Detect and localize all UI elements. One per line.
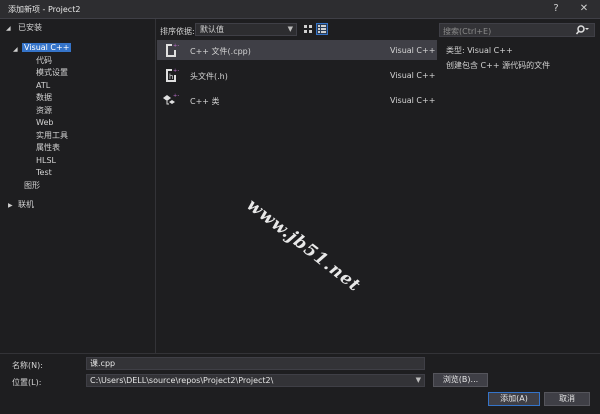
name-label: 名称(N):	[12, 361, 43, 370]
list-view-button[interactable]	[316, 23, 328, 35]
template-item-cpp-class[interactable]: ++ C++ 类 Visual C++	[157, 90, 437, 110]
tree-item-installed[interactable]: 已安装	[18, 22, 42, 34]
svg-text:++: ++	[173, 93, 179, 99]
location-value: C:\Users\DELL\source\repos\Project2\Proj…	[90, 376, 274, 385]
tree-item-label: Visual C++	[22, 43, 72, 52]
template-item-header-file[interactable]: h ++ 头文件(.h) Visual C++	[157, 65, 437, 85]
tree-item-utilities[interactable]: 实用工具	[36, 130, 68, 142]
svg-text:++: ++	[173, 68, 179, 74]
svg-text:++: ++	[173, 43, 179, 49]
search-placeholder: 搜索(Ctrl+E)	[443, 27, 492, 36]
sort-label: 排序依据:	[160, 27, 195, 36]
search-icon	[575, 25, 589, 35]
cpp-file-icon: ++	[166, 43, 179, 57]
location-field[interactable]: C:\Users\DELL\source\repos\Project2\Proj…	[86, 374, 425, 387]
template-name: C++ 文件(.cpp)	[190, 47, 251, 56]
template-type: 类型: Visual C++	[446, 46, 513, 55]
collapse-arrow-icon[interactable]: ◢	[6, 25, 11, 32]
template-category: Visual C++	[390, 96, 436, 105]
template-category: Visual C++	[390, 71, 436, 80]
tree-item-hlsl[interactable]: HLSL	[36, 155, 56, 167]
template-description: 创建包含 C++ 源代码的文件	[446, 61, 551, 70]
category-tree: ◢ 已安装 ◢ Visual C++ 代码 模式设置 ATL 数据 资源 Web…	[0, 19, 156, 353]
cancel-button[interactable]: 取消	[544, 392, 590, 406]
tree-item-atl[interactable]: ATL	[36, 80, 50, 92]
template-name: 头文件(.h)	[190, 72, 228, 81]
close-button[interactable]: ✕	[576, 2, 592, 16]
cpp-class-icon: ++	[163, 93, 179, 105]
help-button[interactable]: ?	[548, 2, 564, 16]
tree-item-resources[interactable]: 资源	[36, 105, 52, 117]
tree-item-test[interactable]: Test	[36, 167, 52, 179]
tree-item-graphics[interactable]: 图形	[24, 180, 40, 192]
header-file-icon: h ++	[166, 68, 179, 82]
browse-button[interactable]: 浏览(B)...	[433, 373, 488, 387]
grid-view-button[interactable]	[302, 23, 314, 35]
expand-arrow-icon[interactable]: ▶	[8, 202, 13, 209]
chevron-down-icon[interactable]: ▼	[416, 375, 421, 386]
svg-text:h: h	[169, 73, 173, 81]
list-view-icon	[318, 25, 326, 33]
tree-item-mode-settings[interactable]: 模式设置	[36, 67, 68, 79]
title-bar	[0, 0, 600, 18]
template-category: Visual C++	[390, 46, 436, 55]
template-list: ++ C++ 文件(.cpp) Visual C++ h ++ 头文件(.h) …	[157, 38, 437, 353]
tree-item-data[interactable]: 数据	[36, 92, 52, 104]
tree-item-visual-cpp[interactable]: Visual C++	[22, 42, 72, 54]
add-button[interactable]: 添加(A)	[488, 392, 540, 406]
sort-value: 默认值	[200, 25, 224, 34]
window-title: 添加新项 - Project2	[8, 5, 81, 14]
template-name: C++ 类	[190, 97, 220, 106]
tree-item-web[interactable]: Web	[36, 117, 53, 129]
form-divider	[0, 353, 600, 354]
template-item-cpp-file[interactable]: ++ C++ 文件(.cpp) Visual C++	[157, 40, 437, 60]
collapse-arrow-icon[interactable]: ◢	[13, 46, 18, 53]
tree-item-code[interactable]: 代码	[36, 55, 52, 67]
chevron-down-icon: ▼	[287, 25, 293, 33]
grid-view-icon	[304, 25, 312, 33]
search-button[interactable]	[575, 24, 589, 36]
search-input[interactable]: 搜索(Ctrl+E)	[439, 23, 595, 37]
name-field[interactable]: 课.cpp	[86, 357, 425, 370]
tree-item-online[interactable]: 联机	[18, 199, 34, 211]
sort-dropdown[interactable]: 默认值 ▼	[195, 23, 297, 36]
location-label: 位置(L):	[12, 378, 42, 387]
tree-item-property-sheets[interactable]: 属性表	[36, 142, 60, 154]
